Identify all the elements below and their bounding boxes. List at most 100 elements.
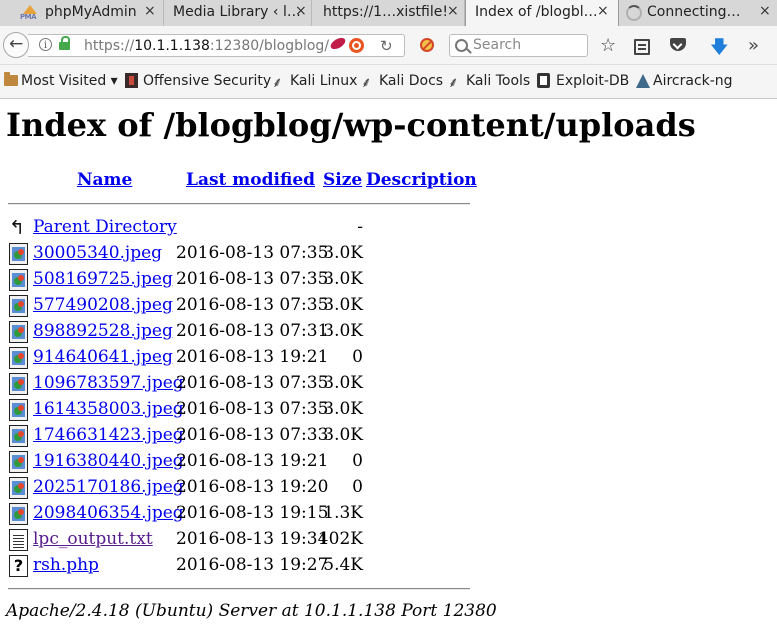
bookmark-offensive-security[interactable]: Offensive Security [143, 73, 271, 89]
column-header-name[interactable]: Name [77, 170, 132, 190]
bookmark-aircrack-ng[interactable]: Aircrack-ng [653, 73, 733, 89]
file-modified: 2016-08-13 19:34 [176, 529, 329, 549]
file-link[interactable]: 577490208.jpeg [33, 295, 173, 315]
file-link[interactable]: 1096783597.jpeg [33, 373, 184, 393]
tab-existfile[interactable]: https://1…xistfile! × [312, 0, 465, 26]
file-link[interactable]: 914640641.jpeg [33, 347, 173, 367]
file-size: 3.0K [323, 425, 363, 445]
bookmark-most-visited[interactable]: Most Visited ▾ [21, 73, 118, 89]
file-row: 2098406354.jpeg 2016-08-13 19:15 1.3K [0, 500, 777, 526]
file-link[interactable]: 508169725.jpeg [33, 269, 173, 289]
file-size: 3.0K [323, 295, 363, 315]
tab-connecting[interactable]: Connecting… × [619, 0, 777, 26]
file-row: 1614358003.jpeg 2016-08-13 07:35 3.0K [0, 396, 777, 422]
file-modified: 2016-08-13 07:35 [176, 243, 329, 263]
image-file-icon [9, 451, 28, 473]
tab-title: phpMyAdmin [45, 4, 137, 20]
phpmyadmin-icon: PMA [20, 5, 40, 21]
close-icon[interactable]: × [144, 3, 156, 19]
file-size: - [357, 217, 363, 237]
file-link[interactable]: 1916380440.jpeg [33, 451, 184, 471]
bookmark-star-icon[interactable]: ☆ [600, 35, 616, 56]
file-modified: 2016-08-13 07:35 [176, 373, 329, 393]
column-header-description[interactable]: Description [366, 170, 477, 190]
tab-title: Index of /blogbl… [475, 4, 598, 20]
file-size: 1.3K [323, 503, 363, 523]
file-link[interactable]: 898892528.jpeg [33, 321, 173, 341]
close-icon[interactable]: × [759, 3, 771, 19]
noscript-icon[interactable] [420, 38, 434, 52]
close-icon[interactable]: × [597, 3, 609, 19]
url-host: 10.1.1.138 [134, 38, 210, 54]
file-row: ? rsh.php 2016-08-13 19:27 5.4K [0, 552, 777, 578]
image-file-icon [9, 399, 28, 421]
divider [8, 588, 470, 590]
reload-button[interactable]: ↻ [380, 37, 393, 55]
file-size: 3.0K [323, 243, 363, 263]
tab-phpmyadmin[interactable]: PMA phpMyAdmin × [0, 0, 164, 26]
tab-title: https://1…xistfile! [323, 4, 448, 20]
file-link[interactable]: 1614358003.jpeg [33, 399, 184, 419]
file-link[interactable]: 2098406354.jpeg [33, 503, 184, 523]
file-size: 0 [352, 477, 363, 497]
file-row: 898892528.jpeg 2016-08-13 07:31 3.0K [0, 318, 777, 344]
file-modified: 2016-08-13 19:21 [176, 451, 329, 471]
file-link[interactable]: 1746631423.jpeg [33, 425, 184, 445]
column-header-last-modified[interactable]: Last modified [186, 170, 315, 190]
url-scheme: https:// [84, 38, 135, 54]
info-icon[interactable]: i [39, 38, 52, 51]
file-size: 3.0K [323, 321, 363, 341]
url-text[interactable]: https://10.1.1.138:12380/blogblog/ [84, 38, 329, 54]
image-file-icon [9, 425, 28, 447]
file-link[interactable]: lpc_output.txt [33, 529, 153, 549]
file-modified: 2016-08-13 19:27 [176, 555, 329, 575]
file-link[interactable]: rsh.php [33, 555, 99, 575]
tab-index-of-blogblog[interactable]: Index of /blogbl… × [465, 0, 619, 27]
column-header-size[interactable]: Size [323, 170, 362, 190]
file-row: 508169725.jpeg 2016-08-13 07:35 3.0K [0, 266, 777, 292]
aircrack-icon [636, 74, 650, 88]
offensive-security-icon [125, 73, 138, 88]
file-link[interactable]: 2025170186.jpeg [33, 477, 184, 497]
file-size: 0 [352, 347, 363, 367]
back-button[interactable]: ← [3, 32, 29, 58]
exploit-db-icon [537, 73, 550, 88]
file-size: 3.0K [323, 399, 363, 419]
search-placeholder[interactable]: Search [473, 37, 521, 53]
kali-dragon-icon: ⸙ [448, 75, 459, 91]
bookmark-exploit-db[interactable]: Exploit-DB [556, 73, 629, 89]
parent-directory-row: ↰ Parent Directory - [0, 214, 777, 240]
file-modified: 2016-08-13 19:21 [176, 347, 329, 367]
bookmark-kali-tools[interactable]: Kali Tools [466, 73, 530, 89]
bookmark-kali-linux[interactable]: Kali Linux [290, 73, 357, 89]
file-size: 0 [352, 451, 363, 471]
file-modified: 2016-08-13 07:35 [176, 295, 329, 315]
divider [8, 203, 470, 205]
parent-directory-link[interactable]: Parent Directory [33, 217, 177, 237]
bookmark-kali-docs[interactable]: Kali Docs [379, 73, 443, 89]
image-file-icon [9, 503, 28, 525]
file-link[interactable]: 30005340.jpeg [33, 243, 162, 263]
tab-media-library[interactable]: Media Library ‹ l… × [164, 0, 312, 26]
file-size: 5.4K [323, 555, 363, 575]
back-arrow-icon: ← [9, 34, 24, 54]
text-file-icon [9, 529, 28, 551]
loading-spinner-icon [626, 5, 642, 21]
download-icon[interactable]: 🡇 [710, 35, 729, 65]
close-icon[interactable]: × [295, 3, 307, 19]
unknown-file-icon: ? [9, 555, 28, 577]
lock-icon[interactable] [59, 36, 71, 51]
kali-dragon-icon: ⸙ [361, 75, 372, 91]
image-file-icon [9, 477, 28, 499]
kali-dragon-icon: ⸙ [272, 75, 283, 91]
overflow-menu-icon[interactable]: » [748, 35, 759, 56]
ubuntu-icon[interactable] [349, 38, 364, 53]
tab-title: Media Library ‹ l… [173, 4, 301, 20]
file-modified: 2016-08-13 07:35 [176, 269, 329, 289]
back-arrow-icon: ↰ [9, 217, 25, 239]
file-row: 914640641.jpeg 2016-08-13 19:21 0 [0, 344, 777, 370]
close-icon[interactable]: × [447, 3, 459, 19]
library-icon[interactable] [634, 39, 650, 55]
file-row: lpc_output.txt 2016-08-13 19:34 102K [0, 526, 777, 552]
tab-title: Connecting… [647, 4, 741, 20]
